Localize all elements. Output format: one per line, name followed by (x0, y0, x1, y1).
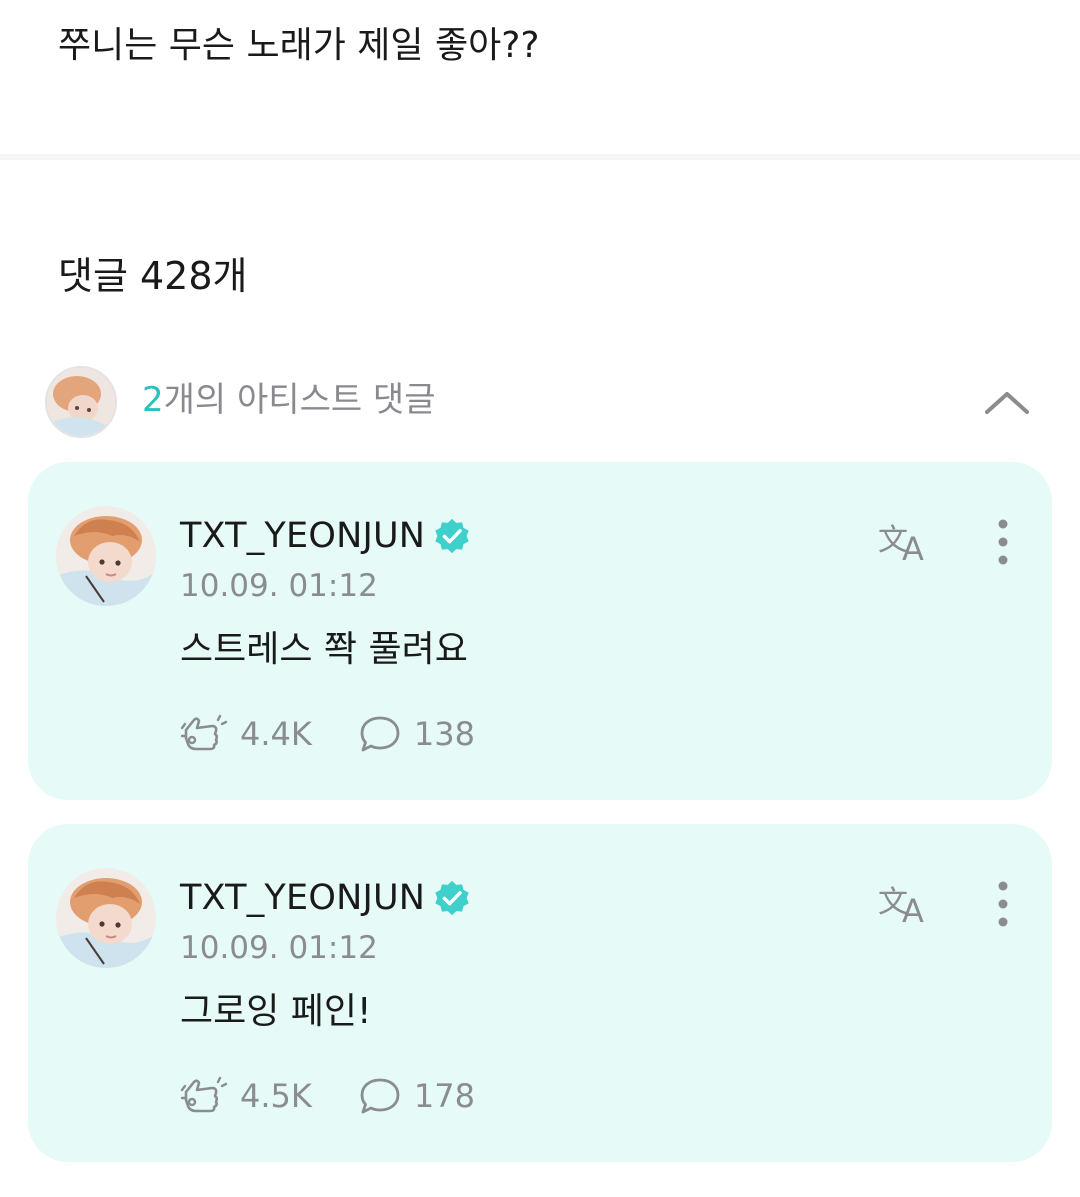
author-row: TXT_YEONJUN (180, 876, 471, 920)
avatar[interactable] (56, 506, 156, 606)
artist-avatar-thumbnail (45, 366, 117, 438)
comment-count-heading: 댓글 428개 (58, 254, 248, 298)
more-options-button[interactable] (986, 880, 1020, 932)
author-row: TXT_YEONJUN (180, 514, 471, 558)
more-vertical-icon (998, 519, 1008, 565)
like-button[interactable]: 4.4K (180, 714, 312, 754)
comment-stats: 4.4K 138 (180, 712, 475, 756)
username[interactable]: TXT_YEONJUN (180, 514, 425, 558)
comment-stats: 4.5K 178 (180, 1074, 475, 1118)
like-button[interactable]: 4.5K (180, 1076, 312, 1116)
cheer-like-icon (180, 1076, 228, 1113)
reply-count: 178 (413, 1077, 475, 1115)
chevron-up-icon (985, 392, 1029, 414)
username[interactable]: TXT_YEONJUN (180, 876, 425, 920)
more-options-button[interactable] (986, 518, 1020, 570)
avatar[interactable] (56, 868, 156, 968)
svg-text:A: A (902, 892, 924, 928)
cheer-like-icon (180, 714, 228, 751)
section-divider (0, 154, 1080, 160)
like-count: 4.4K (240, 715, 312, 753)
artist-comment-card: TXT_YEONJUN 10.09. 01:12 스트레스 쫙 풀려요 4.4K… (28, 462, 1052, 800)
artist-comments-summary[interactable]: 2개의 아티스트 댓글 (45, 366, 1035, 440)
translate-button[interactable]: 文 A (876, 516, 936, 568)
svg-text:A: A (902, 530, 924, 566)
reply-button[interactable]: 138 (358, 714, 475, 754)
collapse-button[interactable] (979, 374, 1035, 430)
more-vertical-icon (998, 881, 1008, 927)
speech-bubble-icon (360, 716, 400, 752)
comment-text: 그로잉 페인! (180, 991, 372, 1032)
post-text: 쭈니는 무슨 노래가 제일 좋아?? (58, 25, 540, 66)
artist-comment-count: 2 (142, 380, 164, 420)
artist-comment-card: TXT_YEONJUN 10.09. 01:12 그로잉 페인! 4.5K 17… (28, 824, 1052, 1162)
verified-badge-icon (435, 518, 469, 554)
translate-icon: 文 A (878, 885, 924, 930)
artist-comments-suffix: 개의 아티스트 댓글 (163, 380, 436, 420)
comment-text: 스트레스 쫙 풀려요 (180, 629, 468, 670)
reply-button[interactable]: 178 (358, 1076, 475, 1116)
translate-icon: 文 A (878, 523, 924, 568)
timestamp: 10.09. 01:12 (180, 930, 378, 966)
like-count: 4.5K (240, 1077, 312, 1115)
translate-button[interactable]: 文 A (876, 878, 936, 930)
speech-bubble-icon (360, 1078, 400, 1114)
timestamp: 10.09. 01:12 (180, 568, 378, 604)
verified-badge-icon (435, 880, 469, 916)
reply-count: 138 (413, 715, 475, 753)
artist-comments-label: 2개의 아티스트 댓글 (142, 378, 436, 422)
